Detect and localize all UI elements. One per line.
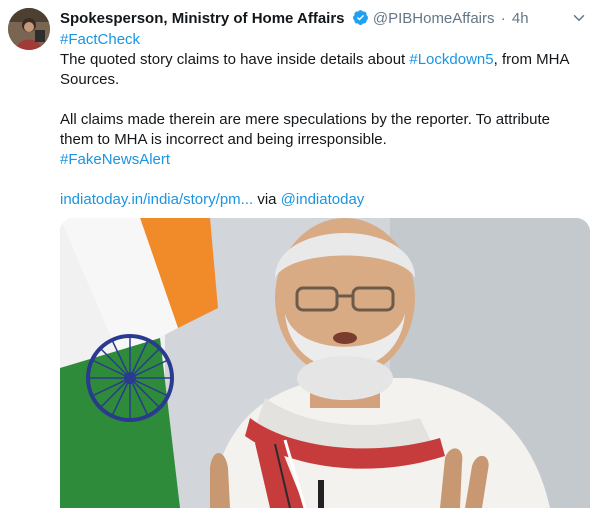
article-link[interactable]: indiatoday.in/india/story/pm... bbox=[60, 191, 253, 208]
avatar-image bbox=[8, 8, 50, 50]
media-photo bbox=[60, 218, 590, 508]
verified-badge-icon bbox=[352, 10, 368, 25]
author-name[interactable]: Spokesperson, Ministry of Home Affairs bbox=[60, 10, 345, 27]
chevron-down-icon[interactable] bbox=[570, 9, 588, 27]
author-handle[interactable]: @PIBHomeAffairs bbox=[373, 10, 495, 27]
timestamp[interactable]: 4h bbox=[512, 10, 529, 27]
hashtag-fakenewsalert[interactable]: #FakeNewsAlert bbox=[60, 151, 170, 168]
tweet-paragraph-2: All claims made therein are mere specula… bbox=[60, 111, 550, 148]
tweet-text: #FactCheck The quoted story claims to ha… bbox=[60, 30, 580, 210]
tweet-line-1: The quoted story claims to have inside d… bbox=[60, 51, 410, 68]
via-handle[interactable]: @indiatoday bbox=[281, 191, 365, 208]
separator-dot: · bbox=[500, 10, 506, 27]
avatar[interactable] bbox=[8, 8, 50, 50]
via-text: via bbox=[253, 191, 281, 208]
tweet-media-image[interactable] bbox=[60, 218, 590, 508]
hashtag-factcheck[interactable]: #FactCheck bbox=[60, 31, 140, 48]
hashtag-lockdown5[interactable]: #Lockdown5 bbox=[409, 51, 493, 68]
tweet-header: Spokesperson, Ministry of Home Affairs @… bbox=[60, 9, 590, 29]
